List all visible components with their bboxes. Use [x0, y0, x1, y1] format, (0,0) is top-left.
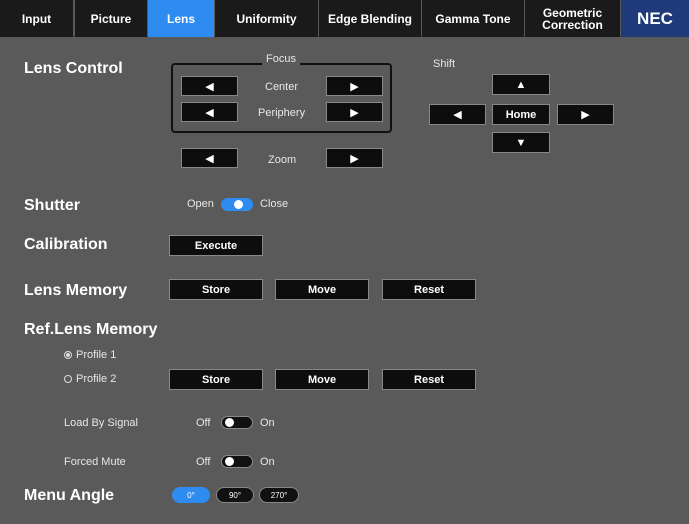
- profile2-label: Profile 2: [76, 373, 117, 385]
- tab-edge-blending[interactable]: Edge Blending: [319, 0, 421, 37]
- nec-logo: NEC: [621, 0, 689, 37]
- profile1-label: Profile 1: [76, 349, 117, 361]
- load-by-signal-label: Load By Signal: [64, 417, 138, 429]
- focus-periphery-right-button[interactable]: ▶: [326, 102, 383, 122]
- focus-center-left-button[interactable]: ◀: [181, 76, 238, 96]
- tab-bar: Input Picture Lens Uniformity Edge Blend…: [0, 0, 689, 37]
- lens-memory-store-button[interactable]: Store: [169, 279, 263, 300]
- toggle-knob: [225, 418, 234, 427]
- shutter-open-label: Open: [187, 198, 214, 210]
- toggle-knob: [234, 200, 243, 209]
- menu-angle-0-button[interactable]: 0°: [172, 487, 210, 503]
- tab-lens[interactable]: Lens: [148, 0, 214, 37]
- focus-group: [171, 63, 392, 133]
- shift-title: Shift: [433, 58, 456, 70]
- tab-geometric-correction[interactable]: Geometric Correction: [525, 0, 620, 37]
- lens-memory-heading: Lens Memory: [24, 282, 128, 299]
- zoom-right-button[interactable]: ▶: [326, 148, 383, 168]
- center-label: Center: [265, 81, 299, 93]
- shift-left-button[interactable]: ◀: [429, 104, 486, 125]
- load-by-signal-off-label: Off: [196, 417, 211, 429]
- tab-gamma-tone[interactable]: Gamma Tone: [422, 0, 524, 37]
- shift-up-button[interactable]: ▲: [492, 74, 550, 95]
- forced-mute-label: Forced Mute: [64, 456, 126, 468]
- calibration-execute-button[interactable]: Execute: [169, 235, 263, 256]
- lens-control-heading: Lens Control: [24, 60, 123, 77]
- tab-picture[interactable]: Picture: [75, 0, 147, 37]
- shift-down-button[interactable]: ▼: [492, 132, 550, 153]
- forced-mute-toggle[interactable]: [221, 455, 253, 468]
- shift-right-button[interactable]: ▶: [557, 104, 614, 125]
- focus-periphery-left-button[interactable]: ◀: [181, 102, 238, 122]
- toggle-knob: [225, 457, 234, 466]
- load-by-signal-on-label: On: [260, 417, 275, 429]
- tab-input[interactable]: Input: [0, 0, 73, 37]
- load-by-signal-toggle[interactable]: [221, 416, 253, 429]
- ref-memory-store-button[interactable]: Store: [169, 369, 263, 390]
- zoom-left-button[interactable]: ◀: [181, 148, 238, 168]
- focus-center-right-button[interactable]: ▶: [326, 76, 383, 96]
- zoom-label: Zoom: [268, 154, 297, 166]
- forced-mute-off-label: Off: [196, 456, 211, 468]
- focus-title: Focus: [262, 53, 300, 65]
- profile2-radio[interactable]: [64, 375, 72, 383]
- shift-home-button[interactable]: Home: [492, 104, 550, 125]
- tab-uniformity[interactable]: Uniformity: [215, 0, 318, 37]
- menu-angle-270-button[interactable]: 270°: [259, 487, 299, 503]
- ref-memory-move-button[interactable]: Move: [275, 369, 369, 390]
- calibration-heading: Calibration: [24, 236, 108, 253]
- profile1-radio[interactable]: [64, 351, 72, 359]
- menu-angle-90-button[interactable]: 90°: [216, 487, 254, 503]
- shutter-heading: Shutter: [24, 197, 80, 214]
- lens-memory-reset-button[interactable]: Reset: [382, 279, 476, 300]
- lens-memory-move-button[interactable]: Move: [275, 279, 369, 300]
- forced-mute-on-label: On: [260, 456, 275, 468]
- shutter-toggle[interactable]: [221, 198, 253, 211]
- periphery-label: Periphery: [258, 107, 306, 119]
- menu-angle-heading: Menu Angle: [24, 487, 115, 504]
- ref-memory-reset-button[interactable]: Reset: [382, 369, 476, 390]
- ref-lens-memory-heading: Ref.Lens Memory: [24, 321, 158, 338]
- shutter-close-label: Close: [260, 198, 289, 210]
